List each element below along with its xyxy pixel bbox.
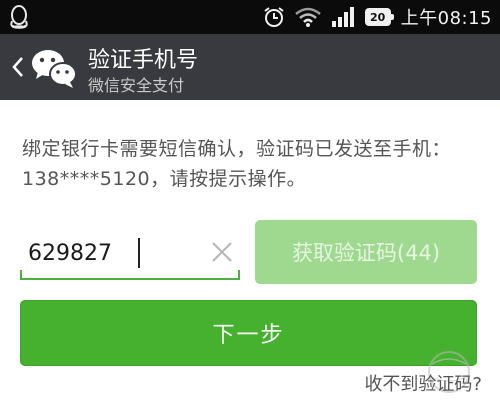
get-code-button[interactable]: 获取验证码(44) [255, 220, 477, 284]
wechat-logo-icon [32, 50, 77, 88]
page-subtitle: 微信安全支付 [88, 76, 185, 95]
qq-icon [10, 5, 28, 29]
signal-icon [331, 7, 354, 27]
page-title: 验证手机号 [88, 48, 199, 73]
header: 验证手机号 微信安全支付 [0, 34, 500, 100]
clear-icon[interactable] [210, 240, 234, 264]
status-time: 上午08:15 [400, 8, 492, 29]
verification-message: 绑定银行卡需要短信确认，验证码已发送至手机：138****5120，请按提示操作… [22, 138, 452, 190]
no-code-link[interactable]: 收不到验证码? [364, 370, 482, 396]
wifi-icon [294, 7, 321, 27]
sms-code-input[interactable] [28, 236, 198, 270]
sms-code-field[interactable] [20, 226, 240, 280]
text-caret [138, 238, 140, 268]
battery-level: 20 [369, 10, 386, 24]
status-bar: 20 上午08:15 [0, 0, 500, 34]
back-chevron-icon[interactable] [10, 54, 26, 80]
battery-icon: 20 [364, 8, 394, 26]
alarm-icon [264, 7, 284, 27]
